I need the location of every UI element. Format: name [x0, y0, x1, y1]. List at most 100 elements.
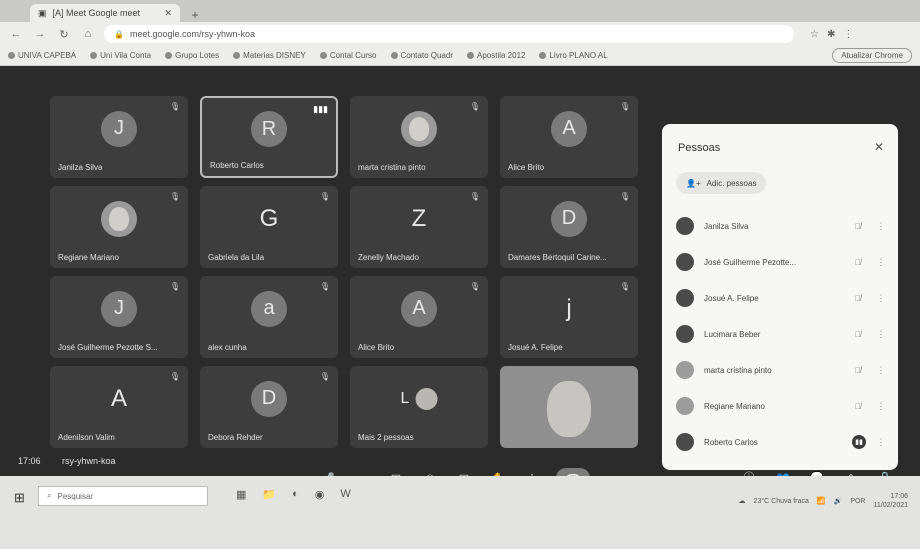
person-name: José Guilherme Pezotte... [704, 257, 797, 267]
participant-name: Regiane Mariano [58, 253, 119, 262]
reload-icon[interactable]: ↻ [56, 28, 72, 41]
star-icon[interactable]: ☆ [810, 29, 819, 40]
bookmark-item[interactable]: UNIVA CAPEBA [8, 51, 76, 60]
mic-off-icon: 🎙̸ [855, 401, 861, 411]
bookmark-item[interactable]: Contal Curso [319, 51, 377, 60]
participant-tile[interactable]: J José Guilherme Pezotte S... 🎙 [50, 276, 188, 358]
people-list-item[interactable]: Regiane Mariano 🎙̸ ⋮ [676, 394, 886, 418]
self-video-tile[interactable] [500, 366, 638, 448]
bookmark-item[interactable]: Materias DISNEY [233, 51, 306, 60]
participant-name: Mais 2 pessoas [358, 433, 414, 442]
more-options-icon[interactable]: ⋮ [876, 329, 886, 340]
person-name: Roberto Carlos [704, 437, 758, 447]
more-options-icon[interactable]: ⋮ [876, 401, 886, 412]
people-panel-title: Pessoas [678, 142, 721, 154]
more-options-icon[interactable]: ⋮ [876, 257, 886, 268]
bookmark-icon [233, 52, 241, 59]
participant-name: Janilza Silva [58, 163, 103, 172]
menu-dots-icon[interactable]: ⋮ [843, 29, 853, 40]
participant-name: Zenelly Machado [358, 253, 419, 262]
participant-tile[interactable]: A Alice Brito 🎙 [350, 276, 488, 358]
participant-tile[interactable]: Z Zenelly Machado 🎙 [350, 186, 488, 268]
people-list-item[interactable]: Roberto Carlos ▮▮ ⋮ [676, 430, 886, 454]
system-tray: ☁ 23°C Chuva fraca 📶 🔊 POR 17:06 11/02/2… [739, 492, 908, 510]
more-participants-avatars: L [401, 387, 438, 410]
participant-tile[interactable]: D Damares Bertoquil Carine... 🎙 [500, 186, 638, 268]
avatar: a [251, 290, 287, 327]
people-list-item[interactable]: Janilza Silva 🎙̸ ⋮ [676, 214, 886, 238]
chrome-icon[interactable]: ◉ [315, 488, 325, 501]
participant-tile[interactable]: R Roberto Carlos ▮▮▮ [200, 96, 338, 178]
avatar [676, 289, 694, 307]
task-view-icon[interactable]: ▦ [236, 488, 246, 501]
bookmark-item[interactable]: Grupo Lotes [165, 51, 219, 60]
people-list-item[interactable]: José Guilherme Pezotte... 🎙̸ ⋮ [676, 250, 886, 274]
speaking-indicator-icon: ▮▮▮ [313, 104, 328, 114]
participant-name: Debora Rehder [208, 433, 263, 442]
bookmark-icon [90, 52, 98, 59]
bookmark-item[interactable]: Uni Vila Conta [90, 51, 151, 60]
avatar [676, 217, 694, 235]
more-options-icon[interactable]: ⋮ [876, 437, 886, 448]
face-photo [109, 206, 129, 231]
participant-tile[interactable]: j Josué A. Felipe 🎙 [500, 276, 638, 358]
forward-icon[interactable]: → [32, 28, 48, 40]
taskbar-clock[interactable]: 17:06 11/02/2021 [873, 492, 908, 510]
participant-name: Alice Brito [508, 163, 545, 172]
close-icon[interactable]: ✕ [874, 140, 884, 154]
browser-tab[interactable]: ▣ [A] Meet Google meet ✕ [30, 4, 180, 22]
participant-tile[interactable]: a alex cunha 🎙 [200, 276, 338, 358]
url-text: meet.google.com/rsy-yhwn-koa [129, 29, 256, 39]
more-options-icon[interactable]: ⋮ [876, 293, 886, 304]
word-icon[interactable]: W [340, 488, 350, 501]
participant-tile[interactable]: D Debora Rehder 🎙 [200, 366, 338, 448]
participant-name: Josué A. Felipe [508, 343, 563, 352]
close-tab-icon[interactable]: ✕ [164, 8, 172, 19]
person-name: Lucimara Beber [704, 329, 761, 339]
avatar: J [101, 290, 137, 327]
network-icon[interactable]: 📶 [817, 497, 826, 505]
bookmark-item[interactable]: Livro PLANO AL [539, 51, 608, 60]
edge-icon[interactable]: ◐ [292, 488, 299, 501]
people-list-item[interactable]: Lucimara Beber 🎙̸ ⋮ [676, 322, 886, 346]
participant-tile[interactable]: Regiane Mariano 🎙 [50, 186, 188, 268]
participant-tile[interactable]: L Mais 2 pessoas [350, 366, 488, 448]
update-chrome-button[interactable]: Atualizar Chrome [832, 48, 912, 63]
add-people-button[interactable]: 👤+ Adic. pessoas [676, 172, 767, 194]
puzzle-icon[interactable]: ✱ [827, 29, 835, 40]
bookmark-item[interactable]: Contato Quadr [390, 51, 453, 60]
more-options-icon[interactable]: ⋮ [876, 365, 886, 376]
windows-start-icon[interactable]: ⊞ [14, 490, 25, 506]
mic-off-icon: 🎙 [319, 282, 330, 291]
new-tab-button[interactable]: + [186, 8, 204, 22]
participant-name: Gabriela da Lila [208, 253, 265, 262]
address-bar[interactable]: 🔒 meet.google.com/rsy-yhwn-koa [104, 25, 794, 43]
home-icon[interactable]: ⌂ [80, 28, 96, 40]
people-list-item[interactable]: Josué A. Felipe 🎙̸ ⋮ [676, 286, 886, 310]
participant-photo [401, 110, 437, 147]
avatar [676, 433, 694, 451]
bookmark-icon [390, 52, 398, 59]
participant-tile[interactable]: A Alice Brito 🎙 [500, 96, 638, 178]
avatar: Z [411, 204, 427, 232]
mic-off-icon: 🎙̸ [855, 293, 861, 303]
file-explorer-icon[interactable]: 📁 [262, 488, 276, 501]
more-options-icon[interactable]: ⋮ [876, 221, 886, 232]
person-name: Josué A. Felipe [704, 293, 759, 303]
participant-tile[interactable]: G Gabriela da Lila 🎙 [200, 186, 338, 268]
mic-off-icon: 🎙̸ [855, 257, 861, 267]
volume-icon[interactable]: 🔊 [834, 497, 843, 505]
participant-tile[interactable]: A Adenilson Valim 🎙 [50, 366, 188, 448]
mic-off-icon: 🎙 [469, 102, 480, 111]
language-indicator[interactable]: POR [850, 498, 865, 505]
people-panel: Pessoas ✕ 👤+ Adic. pessoas Janilza Silva… [662, 124, 898, 470]
mic-off-icon: 🎙̸ [855, 329, 861, 339]
person-name: marta cristina pinto [704, 365, 772, 375]
participant-tile[interactable]: marta cristina pinto 🎙 [350, 96, 488, 178]
taskbar-search[interactable]: ⌕ Pesquisar [38, 486, 208, 506]
bookmark-item[interactable]: Apostila 2012 [466, 51, 525, 60]
back-icon[interactable]: ← [8, 28, 24, 40]
participant-tile[interactable]: J Janilza Silva 🎙 [50, 96, 188, 178]
people-list-item[interactable]: marta cristina pinto 🎙̸ ⋮ [676, 358, 886, 382]
avatar: j [566, 294, 572, 322]
